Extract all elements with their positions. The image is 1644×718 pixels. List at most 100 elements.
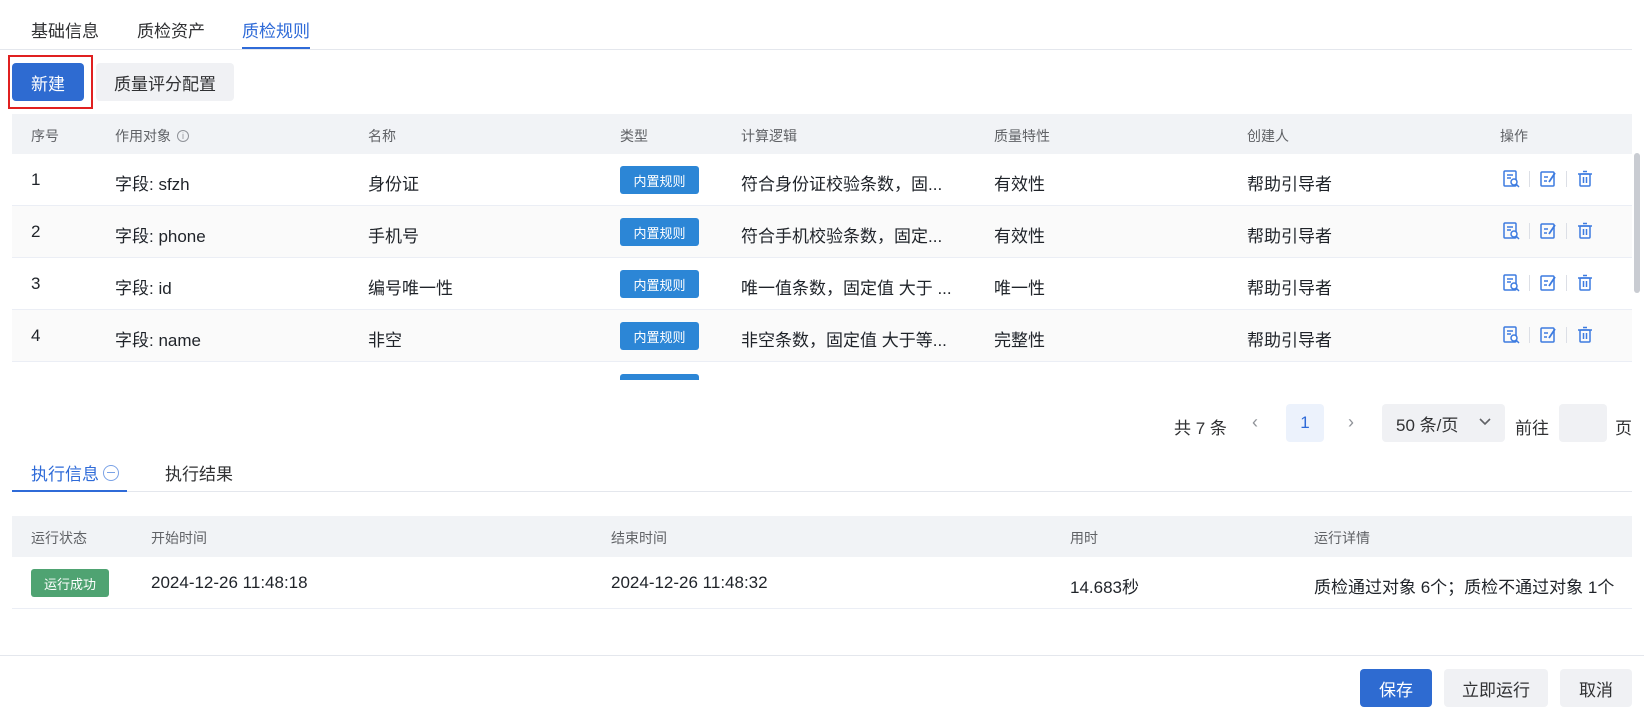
header-creator: 创建人 [1247, 128, 1289, 144]
row-name: 手机号 [368, 227, 419, 246]
header-target: 作用对象 i [115, 126, 189, 146]
save-button[interactable]: 保存 [1360, 669, 1432, 707]
rules-table-header: 序号 作用对象 i 名称 类型 计算逻辑 质量特性 创建人 操作 [12, 114, 1632, 154]
header-name: 名称 [368, 128, 396, 144]
row-actions [1500, 272, 1596, 294]
table-scrollbar[interactable] [1634, 153, 1640, 293]
status-badge: 运行成功 [31, 569, 109, 597]
edit-icon[interactable] [1537, 220, 1559, 242]
divider [1566, 223, 1567, 239]
row-feature: 唯一性 [994, 279, 1045, 298]
row-index: 4 [31, 326, 41, 345]
view-icon[interactable] [1500, 324, 1522, 346]
table-row-partial [12, 362, 1632, 380]
row-feature: 完整性 [994, 331, 1045, 350]
divider [1529, 223, 1530, 239]
header-duration: 用时 [1070, 530, 1098, 546]
type-badge: 内置规则 [620, 218, 699, 246]
type-badge [620, 374, 699, 380]
header-index: 序号 [31, 128, 59, 144]
start-time: 2024-12-26 11:48:18 [151, 573, 308, 592]
collapse-icon[interactable] [103, 464, 119, 481]
rules-table: 序号 作用对象 i 名称 类型 计算逻辑 质量特性 创建人 操作 1 字段: sf… [12, 114, 1632, 380]
goto-page-input[interactable] [1559, 404, 1607, 442]
end-time: 2024-12-26 11:48:32 [611, 573, 768, 592]
divider [1566, 171, 1567, 187]
total-count: 共 7 条 [1174, 419, 1227, 438]
tab-basic-info[interactable]: 基础信息 [31, 17, 99, 42]
row-target: 字段: id [115, 279, 172, 298]
exec-row: 运行成功 2024-12-26 11:48:18 2024-12-26 11:4… [12, 557, 1632, 609]
exec-table-header: 运行状态 开始时间 结束时间 用时 运行详情 [12, 516, 1632, 557]
goto-label: 前往 [1515, 419, 1549, 438]
divider [1566, 327, 1567, 343]
score-config-button[interactable]: 质量评分配置 [96, 63, 234, 101]
row-actions [1500, 168, 1596, 190]
row-creator: 帮助引导者 [1247, 331, 1332, 350]
header-target-label: 作用对象 [115, 128, 171, 144]
header-start-time: 开始时间 [151, 530, 207, 546]
table-row: 4 字段: name 非空 内置规则 非空条数，固定值 大于等... 完整性 帮助引导者 [12, 310, 1632, 362]
view-icon[interactable] [1500, 168, 1522, 190]
row-logic: 非空条数，固定值 大于等... [741, 331, 947, 350]
run-detail: 质检通过对象 6个；质检不通过对象 1个 [1314, 578, 1615, 597]
edit-icon[interactable] [1537, 272, 1559, 294]
row-target: 字段: sfzh [115, 175, 190, 194]
delete-icon[interactable] [1574, 168, 1596, 190]
divider [1529, 327, 1530, 343]
row-index: 1 [31, 170, 41, 189]
row-logic: 唯一值条数，固定值 大于 ... [741, 279, 952, 298]
row-target: 字段: name [115, 331, 201, 350]
header-type: 类型 [620, 128, 648, 144]
row-logic: 符合身份证校验条数，固... [741, 175, 943, 194]
tab-exec-result[interactable]: 执行结果 [165, 460, 233, 485]
row-name: 编号唯一性 [368, 279, 453, 298]
row-feature: 有效性 [994, 175, 1045, 194]
tab-qc-rules[interactable]: 质检规则 [242, 17, 310, 42]
table-row: 2 字段: phone 手机号 内置规则 符合手机校验条数，固定... 有效性 帮助引导者 [12, 206, 1632, 258]
type-badge: 内置规则 [620, 166, 699, 194]
new-button[interactable]: 新建 [12, 63, 84, 101]
row-index: 3 [31, 274, 41, 293]
delete-icon[interactable] [1574, 272, 1596, 294]
top-tabs: 基础信息 质检资产 质检规则 [0, 0, 1632, 50]
duration: 14.683秒 [1070, 578, 1139, 597]
edit-icon[interactable] [1537, 168, 1559, 190]
delete-icon[interactable] [1574, 324, 1596, 346]
next-page-icon[interactable]: › [1348, 412, 1354, 433]
pagination: 共 7 条 ‹ 1 › 50 条/页 前往 页 [0, 404, 1644, 442]
tab-qc-assets[interactable]: 质检资产 [137, 17, 205, 42]
type-badge: 内置规则 [620, 270, 699, 298]
header-end-time: 结束时间 [611, 530, 667, 546]
header-actions: 操作 [1500, 128, 1528, 144]
divider [1566, 275, 1567, 291]
page-suffix: 页 [1615, 419, 1632, 438]
header-status: 运行状态 [31, 530, 87, 546]
divider [1529, 171, 1530, 187]
delete-icon[interactable] [1574, 220, 1596, 242]
header-detail: 运行详情 [1314, 530, 1370, 546]
exec-tab-indicator [12, 490, 127, 492]
row-actions [1500, 220, 1596, 242]
page-size-select[interactable]: 50 条/页 [1382, 404, 1505, 442]
prev-page-icon[interactable]: ‹ [1252, 412, 1258, 433]
tab-exec-info[interactable]: 执行信息 [31, 460, 119, 485]
table-row: 1 字段: sfzh 身份证 内置规则 符合身份证校验条数，固... 有效性 帮助引导者 [12, 154, 1632, 206]
page-number[interactable]: 1 [1286, 404, 1324, 442]
view-icon[interactable] [1500, 272, 1522, 294]
type-badge: 内置规则 [620, 322, 699, 350]
active-tab-indicator [242, 47, 310, 49]
row-target: 字段: phone [115, 227, 206, 246]
info-icon[interactable]: i [177, 130, 189, 142]
row-name: 身份证 [368, 175, 419, 194]
footer-divider [0, 655, 1644, 656]
cancel-button[interactable]: 取消 [1560, 669, 1632, 707]
header-feature: 质量特性 [994, 128, 1050, 144]
row-logic: 符合手机校验条数，固定... [741, 227, 943, 246]
tab-exec-info-label: 执行信息 [31, 465, 99, 484]
exec-tabs: 执行信息 执行结果 [12, 450, 1632, 492]
row-name: 非空 [368, 331, 402, 350]
edit-icon[interactable] [1537, 324, 1559, 346]
view-icon[interactable] [1500, 220, 1522, 242]
run-now-button[interactable]: 立即运行 [1444, 669, 1548, 707]
